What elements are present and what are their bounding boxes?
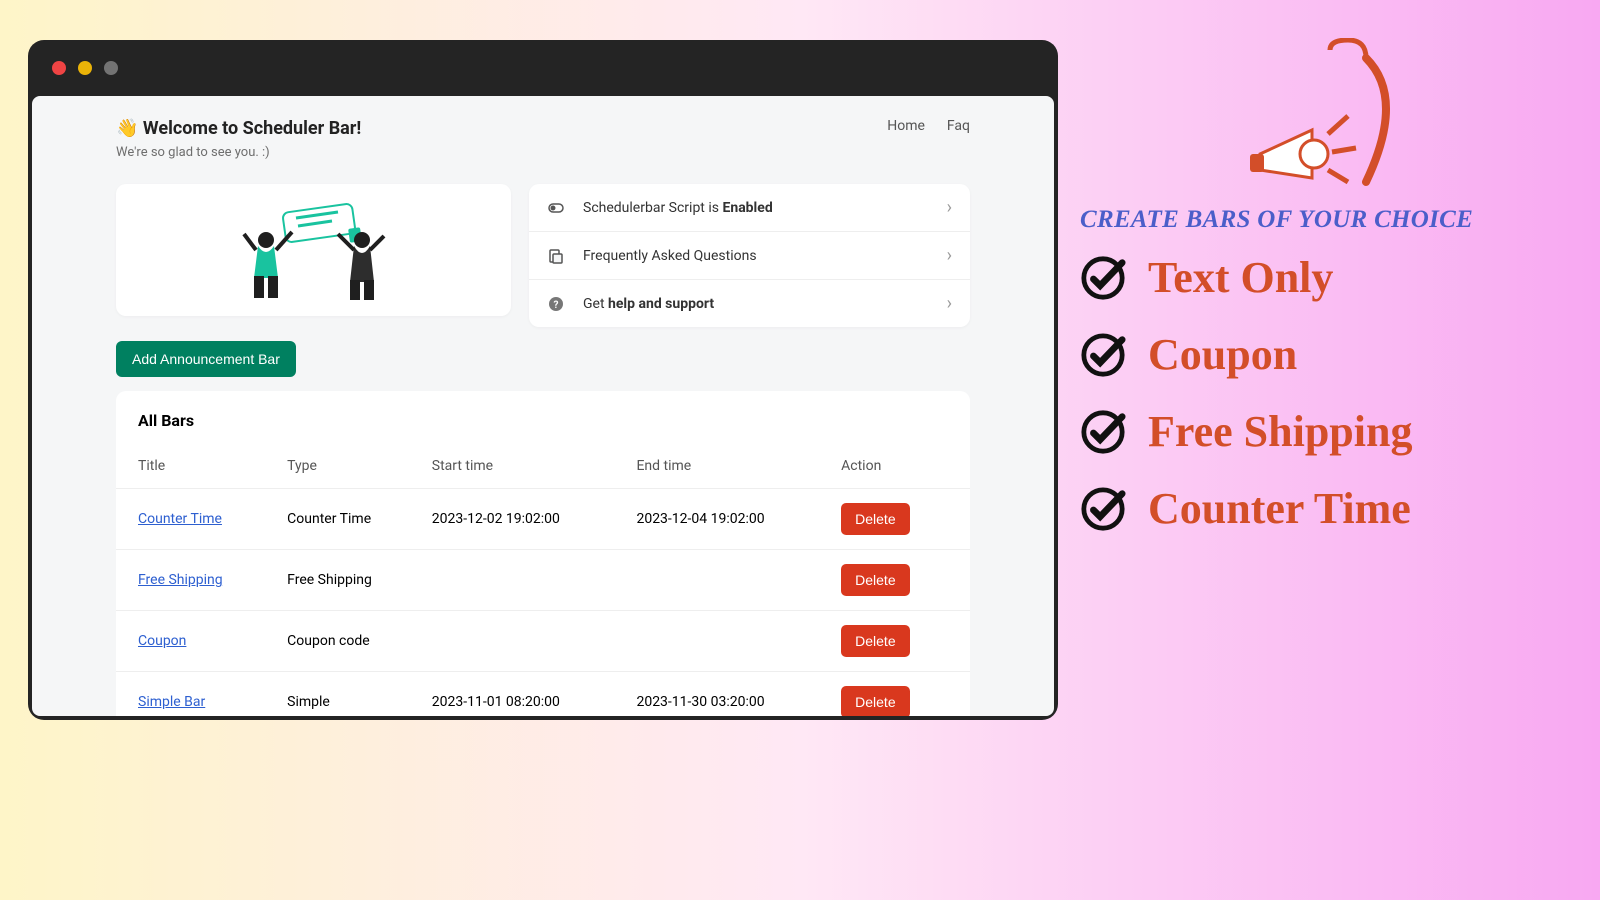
add-announcement-bar-button[interactable]: Add Announcement Bar [116, 341, 296, 377]
megaphone-bag-icon [1220, 38, 1420, 188]
toggle-icon [547, 199, 565, 217]
quick-links-card: Schedulerbar Script is Enabled › Frequen… [529, 184, 970, 327]
bar-start [422, 550, 627, 611]
nav-home[interactable]: Home [887, 118, 925, 134]
svg-text:?: ? [554, 300, 559, 311]
bar-end: 2023-12-04 19:02:00 [626, 489, 831, 550]
col-title: Title [116, 444, 277, 489]
bar-title-link[interactable]: Counter Time [138, 511, 222, 527]
promo-panel: CREATE BARS OF YOUR CHOICE Text Only Cou… [1080, 38, 1560, 560]
bar-end: 2023-11-30 03:20:00 [626, 672, 831, 717]
bar-end [626, 550, 831, 611]
col-action: Action [831, 444, 970, 489]
delete-button[interactable]: Delete [841, 686, 909, 716]
feature-text-only: Text Only [1080, 252, 1560, 303]
checkmark-icon [1080, 486, 1126, 532]
browser-frame: 👋 Welcome to Scheduler Bar! We're so gla… [28, 40, 1058, 720]
feature-label: Coupon [1148, 329, 1297, 380]
window-titlebar [28, 40, 1058, 96]
bars-table-card: All Bars Title Type Start time End time … [116, 391, 970, 716]
help-label: Get help and support [583, 296, 714, 312]
app-viewport: 👋 Welcome to Scheduler Bar! We're so gla… [32, 96, 1054, 716]
delete-button[interactable]: Delete [841, 503, 909, 535]
bar-type: Counter Time [277, 489, 422, 550]
bars-table: Title Type Start time End time Action Co… [116, 444, 970, 716]
page-subtitle: We're so glad to see you. :) [116, 145, 361, 160]
script-status-label: Schedulerbar Script is Enabled [583, 200, 773, 216]
table-row: Coupon Coupon code Delete [116, 611, 970, 672]
feature-counter-time: Counter Time [1080, 483, 1560, 534]
people-illustration-icon [204, 190, 424, 310]
feature-coupon: Coupon [1080, 329, 1560, 380]
illustration-card [116, 184, 511, 316]
promo-heading: CREATE BARS OF YOUR CHOICE [1080, 206, 1560, 234]
bar-start: 2023-11-01 08:20:00 [422, 672, 627, 717]
feature-label: Free Shipping [1148, 406, 1412, 457]
script-status-row[interactable]: Schedulerbar Script is Enabled › [529, 184, 970, 231]
bar-title-link[interactable]: Coupon [138, 633, 186, 649]
delete-button[interactable]: Delete [841, 564, 909, 596]
faq-label: Frequently Asked Questions [583, 248, 757, 264]
bar-start [422, 611, 627, 672]
col-end: End time [626, 444, 831, 489]
table-title: All Bars [116, 403, 970, 444]
delete-button[interactable]: Delete [841, 625, 909, 657]
table-row: Counter Time Counter Time 2023-12-02 19:… [116, 489, 970, 550]
checkmark-icon [1080, 409, 1126, 455]
checkmark-icon [1080, 255, 1126, 301]
feature-free-shipping: Free Shipping [1080, 406, 1560, 457]
table-row: Free Shipping Free Shipping Delete [116, 550, 970, 611]
bar-title-link[interactable]: Simple Bar [138, 694, 205, 710]
chevron-right-icon: › [947, 245, 952, 266]
chevron-right-icon: › [947, 197, 952, 218]
help-row[interactable]: ? Get help and support › [529, 279, 970, 327]
bar-start: 2023-12-02 19:02:00 [422, 489, 627, 550]
bar-type: Simple [277, 672, 422, 717]
bar-title-link[interactable]: Free Shipping [138, 572, 223, 588]
faq-row[interactable]: Frequently Asked Questions › [529, 231, 970, 279]
window-maximize-icon[interactable] [104, 61, 118, 75]
bar-type: Free Shipping [277, 550, 422, 611]
bar-end [626, 611, 831, 672]
bar-type: Coupon code [277, 611, 422, 672]
question-icon: ? [547, 295, 565, 313]
page-title: 👋 Welcome to Scheduler Bar! [116, 118, 361, 139]
window-minimize-icon[interactable] [78, 61, 92, 75]
feature-label: Counter Time [1148, 483, 1411, 534]
col-type: Type [277, 444, 422, 489]
faq-icon [547, 247, 565, 265]
checkmark-icon [1080, 332, 1126, 378]
feature-label: Text Only [1148, 252, 1333, 303]
table-row: Simple Bar Simple 2023-11-01 08:20:00 20… [116, 672, 970, 717]
col-start: Start time [422, 444, 627, 489]
chevron-right-icon: › [947, 293, 952, 314]
nav-faq[interactable]: Faq [947, 118, 970, 134]
window-close-icon[interactable] [52, 61, 66, 75]
